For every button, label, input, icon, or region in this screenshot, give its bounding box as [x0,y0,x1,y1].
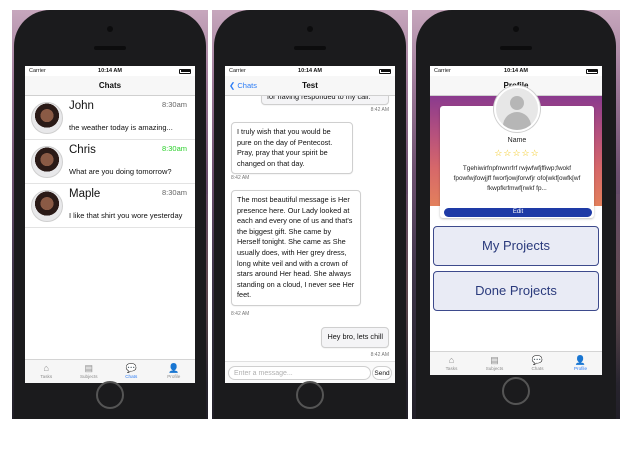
tab-label: Tasks [40,374,53,379]
chat-name: Chris [69,144,96,156]
message-bubble-outgoing: for having responded to my call. [261,96,389,105]
tab-subjects[interactable]: ▤ Subjects [473,352,516,375]
tab-bar: ⌂ Tasks ▤ Subjects 💬 Chats 👤 Profile [430,351,602,375]
battery-icon [179,68,191,74]
status-bar: Carrier 10:14 AM [225,66,395,76]
list-icon: ▤ [84,363,93,373]
tab-label: Chats [125,374,138,379]
chat-preview: What are you doing tomorrow? [69,167,172,176]
tab-tasks[interactable]: ⌂ Tasks [25,360,68,383]
phone-frame-profile: Carrier 10:14 AM Profile Name ☆☆☆☆☆ Tgeh… [416,10,616,419]
battery-icon [379,68,391,74]
chat-name: John [69,100,94,112]
tab-profile[interactable]: 👤 Profile [559,352,602,375]
profile-screen: Carrier 10:14 AM Profile Name ☆☆☆☆☆ Tgeh… [430,66,602,375]
avatar [31,102,63,134]
tab-label: Subjects [79,374,98,379]
person-icon [510,96,524,110]
message-bubble-outgoing: Hey bro, lets chill [321,327,389,348]
chevron-left-icon: ❮ [229,81,236,90]
home-icon: ⌂ [43,363,49,373]
camera-icon [307,26,313,32]
profile-name: Name [507,137,527,144]
tab-label: Chats [531,366,544,371]
chat-name: Maple [69,188,101,200]
message-time: 8:42 AM [231,175,250,181]
message-composer: Send [225,361,395,383]
tab-label: Profile [167,374,181,379]
camera-icon [513,26,519,32]
message-list[interactable]: for having responded to my call. 8:42 AM… [225,96,395,361]
nav-bar: Chats [25,76,195,96]
chat-preview: I like that shirt you wore yesterday [69,211,183,220]
star-rating[interactable]: ☆☆☆☆☆ [440,148,594,159]
camera-icon [107,26,113,32]
back-label: Chats [237,81,257,90]
avatar [31,146,63,178]
page-title: Chats [98,81,122,90]
avatar[interactable] [494,86,540,132]
message-bubble-incoming: The most beautiful message is Her presen… [231,190,361,306]
person-body-shape [503,112,531,130]
tab-profile[interactable]: 👤 Profile [153,360,196,383]
tab-label: Subjects [485,366,504,371]
tab-bar: ⌂ Tasks ▤ Subjects 💬 Chats 👤 Profile [25,359,195,383]
battery-icon [586,68,598,74]
message-input[interactable] [228,366,371,380]
home-button[interactable] [96,381,124,409]
message-time: 8:42 AM [231,311,250,317]
chat-time: 8:30am [161,144,187,153]
chat-time: 8:30am [161,100,187,109]
tab-subjects[interactable]: ▤ Subjects [68,360,111,383]
chat-preview: the weather today is amazing... [69,123,173,132]
chat-time: 8:30am [161,188,187,197]
tab-label: Profile [573,366,588,371]
speaker-grill [294,46,326,50]
profile-bio: Tgehiwirfnpfnwnrfrf rwjwfwfjffiwp;fwokf … [453,165,581,192]
status-bar: Carrier 10:14 AM [25,66,195,76]
message-bubble-incoming: I truly wish that you would be pure on t… [231,122,353,175]
tab-chats[interactable]: 💬 Chats [110,360,153,383]
status-bar: Carrier 10:14 AM [430,66,602,76]
person-icon: 👤 [574,355,587,365]
chat-bubbles-icon: 💬 [125,363,137,373]
profile-card: Name ☆☆☆☆☆ Tgehiwirfnpfnwnrfrf rwjwfwfjf… [440,86,594,218]
speaker-grill [94,46,126,50]
tab-label: Tasks [445,366,458,371]
message-time: 8:42 AM [370,107,389,113]
clock: 10:14 AM [298,68,322,74]
person-icon: 👤 [168,363,180,373]
my-projects-button[interactable]: My Projects [433,226,599,266]
home-button[interactable] [502,377,530,405]
speaker-grill [500,46,532,50]
phone-frame-messages: Carrier 10:14 AM ❮ Chats Test for having… [214,10,406,419]
chat-list-item[interactable]: Chris 8:30am What are you doing tomorrow… [25,140,195,184]
list-icon: ▤ [490,355,499,365]
chat-bubbles-icon: 💬 [531,355,544,365]
home-icon: ⌂ [448,355,455,365]
home-button[interactable] [296,381,324,409]
clock: 10:14 AM [504,68,528,74]
clock: 10:14 AM [98,68,122,74]
messages-screen: Carrier 10:14 AM ❮ Chats Test for having… [225,66,395,383]
chat-list-item[interactable]: John 8:30am the weather today is amazing… [25,96,195,140]
chats-screen: Carrier 10:14 AM Chats John 8:30am the w… [25,66,195,383]
avatar [31,190,63,222]
edit-button[interactable]: Edit [444,208,592,217]
tab-tasks[interactable]: ⌂ Tasks [430,352,473,375]
message-time: 8:42 AM [370,352,389,358]
done-projects-button[interactable]: Done Projects [433,271,599,311]
back-button[interactable]: ❮ Chats [229,81,257,90]
nav-bar: ❮ Chats Test [225,76,395,96]
tab-chats[interactable]: 💬 Chats [516,352,559,375]
send-button[interactable]: Send [372,366,392,380]
page-title: Test [302,81,318,90]
chat-list-item[interactable]: Maple 8:30am I like that shirt you wore … [25,184,195,228]
phone-frame-chats: Carrier 10:14 AM Chats John 8:30am the w… [14,10,206,419]
